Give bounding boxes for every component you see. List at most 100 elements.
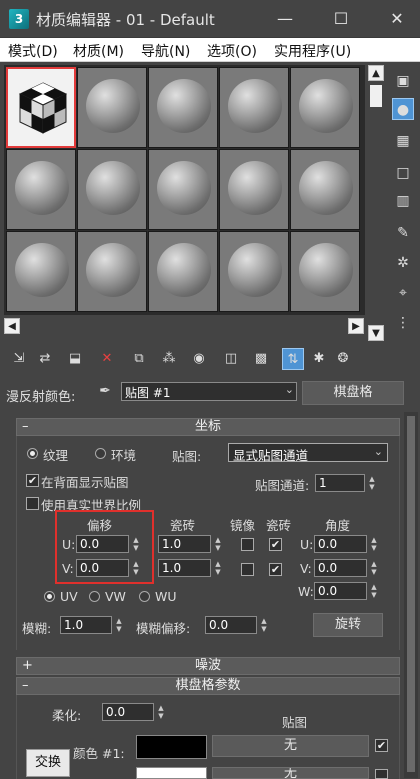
v-angle-spinner[interactable]: 0.0 ▲ ▼: [314, 559, 377, 577]
u-angle-spinner[interactable]: 0.0 ▲ ▼: [314, 535, 377, 553]
map-type-button[interactable]: 棋盘格: [302, 381, 404, 405]
menu-mode[interactable]: 模式(D): [8, 41, 58, 61]
u-tile-checkbox[interactable]: ✔: [269, 538, 282, 551]
u-tiling-spinner[interactable]: 1.0 ▲ ▼: [158, 535, 221, 553]
blur-offset-spinner[interactable]: 0.0 ▲ ▼: [205, 616, 267, 634]
real-world-checkbox[interactable]: [26, 497, 39, 510]
material-slot[interactable]: [219, 149, 289, 230]
map-channel-spinner[interactable]: 1 ▲ ▼: [315, 474, 375, 492]
checker-rollout-header[interactable]: – 棋盘格参数: [16, 677, 400, 695]
spinner-arrows-icon[interactable]: ▲ ▼: [258, 617, 270, 633]
slots-vertical-scrollbar[interactable]: ▲ ▼: [368, 65, 384, 341]
options-icon[interactable]: ✲: [392, 252, 414, 274]
material-slot[interactable]: [148, 231, 218, 312]
reset-map-icon[interactable]: ✕: [96, 348, 118, 370]
vw-radio[interactable]: [89, 591, 100, 602]
material-slot[interactable]: [290, 67, 360, 148]
maximize-button[interactable]: ☐: [318, 0, 364, 38]
backlight-icon[interactable]: ●: [392, 98, 414, 120]
material-name-field[interactable]: 贴图 #1 ⌄: [121, 382, 297, 401]
spinner-arrows-icon[interactable]: ▲ ▼: [155, 704, 167, 720]
sample-type-icon[interactable]: ▣: [392, 70, 414, 92]
rotate-button[interactable]: 旋转: [313, 613, 383, 637]
go-to-parent-icon[interactable]: ⇅: [282, 348, 304, 370]
make-unique-icon[interactable]: ⧉: [128, 348, 150, 370]
color1-swatch[interactable]: [136, 735, 207, 759]
map1-enable-checkbox[interactable]: ✔: [375, 739, 388, 752]
color2-swatch[interactable]: [136, 767, 207, 779]
material-slot[interactable]: [148, 149, 218, 230]
material-slot[interactable]: [77, 67, 147, 148]
environment-radio[interactable]: [95, 448, 106, 459]
map2-enable-checkbox[interactable]: [375, 769, 388, 779]
spinner-arrows-icon[interactable]: ▲ ▼: [212, 536, 224, 552]
blur-spinner[interactable]: 1.0 ▲ ▼: [60, 616, 122, 634]
spinner-arrows-icon[interactable]: ▲ ▼: [212, 560, 224, 576]
swap-button[interactable]: 交换: [26, 749, 70, 777]
spinner-arrows-icon[interactable]: ▲ ▼: [368, 583, 380, 599]
spinner-arrows-icon[interactable]: ▲ ▼: [366, 475, 378, 491]
map1-button[interactable]: 无: [212, 735, 369, 757]
put-material-icon[interactable]: ⇄: [34, 348, 56, 370]
mapping-dropdown[interactable]: 显式贴图通道 ⌄: [228, 443, 388, 463]
make-preview-icon[interactable]: ✎: [392, 222, 414, 244]
map2-button[interactable]: 无: [212, 767, 369, 779]
material-slot[interactable]: [6, 231, 76, 312]
scroll-down-icon[interactable]: ▼: [368, 325, 384, 341]
material-slot[interactable]: [6, 67, 76, 148]
material-slot[interactable]: [290, 231, 360, 312]
go-forward-sibling-icon[interactable]: ✱: [308, 348, 330, 370]
noise-rollout-header[interactable]: + 噪波: [16, 657, 400, 675]
coordinates-rollout-header[interactable]: – 坐标: [16, 418, 400, 436]
material-slot[interactable]: [148, 67, 218, 148]
put-to-library-icon[interactable]: ⁂: [158, 348, 180, 370]
material-slot[interactable]: [219, 231, 289, 312]
slots-horizontal-scrollbar[interactable]: ◀ ▶: [4, 318, 368, 334]
show-map-in-viewport-icon[interactable]: ◫: [220, 348, 242, 370]
v-tile-checkbox[interactable]: ✔: [269, 563, 282, 576]
wu-radio[interactable]: [139, 591, 150, 602]
menu-navigation[interactable]: 导航(N): [141, 41, 190, 61]
eyedropper-icon[interactable]: ✒: [95, 383, 115, 403]
scroll-right-icon[interactable]: ▶: [348, 318, 364, 334]
texture-radio[interactable]: [27, 448, 38, 459]
menu-material[interactable]: 材质(M): [73, 41, 124, 61]
w-angle-spinner[interactable]: 0.0 ▲ ▼: [314, 582, 377, 600]
material-slot[interactable]: [219, 67, 289, 148]
scroll-up-icon[interactable]: ▲: [368, 65, 384, 81]
background-icon[interactable]: ▦: [392, 130, 414, 152]
get-material-icon[interactable]: ⇲: [8, 348, 30, 370]
pick-material-icon[interactable]: ❂: [332, 348, 354, 370]
u-mirror-checkbox[interactable]: [241, 538, 254, 551]
spinner-arrows-icon[interactable]: ▲ ▼: [113, 617, 125, 633]
scroll-left-icon[interactable]: ◀: [4, 318, 20, 334]
uv-radio[interactable]: [44, 591, 55, 602]
material-slot[interactable]: [77, 231, 147, 312]
title-bar: 3 材质编辑器 - 01 - Default — ☐ ✕: [0, 0, 420, 38]
sample-sphere: [86, 243, 140, 297]
material-id-channel-icon[interactable]: ◉: [188, 348, 210, 370]
show-back-label: 在背面显示贴图: [41, 475, 129, 490]
show-end-result-icon[interactable]: ▩: [250, 348, 272, 370]
material-slot[interactable]: [290, 149, 360, 230]
assign-material-icon[interactable]: ⬓: [64, 348, 86, 370]
panel-scroll-thumb[interactable]: [407, 416, 415, 772]
select-by-material-icon[interactable]: ⌖: [392, 282, 414, 304]
menu-utilities[interactable]: 实用程序(U): [274, 41, 351, 61]
show-back-checkbox[interactable]: ✔: [26, 474, 39, 487]
v-tiling-spinner[interactable]: 1.0 ▲ ▼: [158, 559, 221, 577]
menu-options[interactable]: 选项(O): [207, 41, 257, 61]
material-slot[interactable]: [6, 149, 76, 230]
close-button[interactable]: ✕: [374, 0, 420, 38]
sample-uv-tiling-icon[interactable]: □: [392, 162, 414, 184]
spinner-arrows-icon[interactable]: ▲ ▼: [368, 536, 380, 552]
soften-spinner[interactable]: 0.0 ▲ ▼: [102, 703, 164, 721]
minimize-button[interactable]: —: [262, 0, 308, 38]
spinner-arrows-icon[interactable]: ▲ ▼: [368, 560, 380, 576]
scroll-thumb[interactable]: [370, 85, 382, 107]
material-map-navigator-icon[interactable]: ⋮: [392, 312, 414, 334]
material-slot[interactable]: [77, 149, 147, 230]
v-mirror-checkbox[interactable]: [241, 563, 254, 576]
panel-scrollbar[interactable]: [404, 412, 418, 778]
video-color-check-icon[interactable]: ▥: [392, 190, 414, 212]
